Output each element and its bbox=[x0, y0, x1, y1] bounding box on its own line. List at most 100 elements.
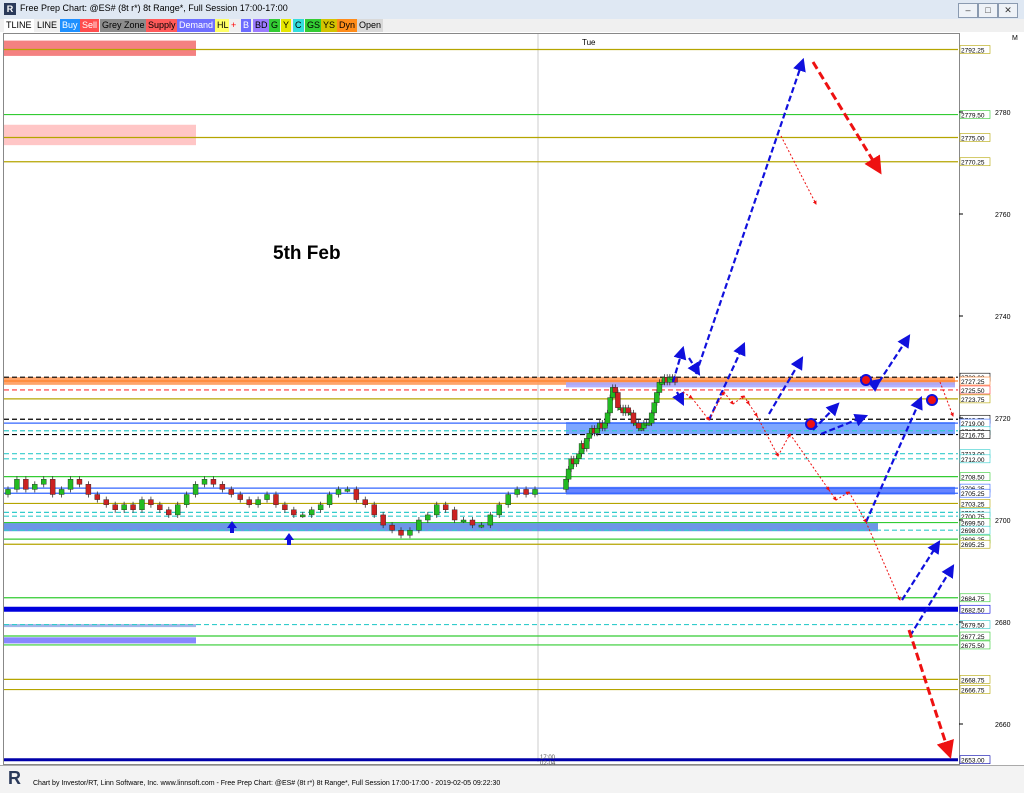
projection-arrow-up bbox=[694, 57, 806, 375]
candle-body bbox=[103, 499, 109, 505]
candle-body bbox=[602, 422, 608, 429]
price-tick-label: 2740 bbox=[995, 314, 1011, 321]
candle-body bbox=[148, 499, 154, 505]
path-arrow-dotted bbox=[777, 433, 791, 457]
candle-body bbox=[121, 504, 127, 511]
candle-body bbox=[584, 438, 590, 449]
level-tag: 2682.50 bbox=[961, 607, 985, 614]
candle-body bbox=[523, 489, 529, 495]
candle-body bbox=[654, 392, 660, 403]
candle-body bbox=[344, 489, 351, 492]
zone-band bbox=[4, 637, 196, 644]
zone-band bbox=[4, 40, 196, 56]
price-chart[interactable]: TueM2792.252779.502775.002770.252728.002… bbox=[0, 0, 1024, 792]
candle-body bbox=[291, 509, 297, 516]
day-label: Tue bbox=[582, 38, 596, 47]
candle-body bbox=[14, 479, 20, 490]
candle-body bbox=[201, 479, 208, 485]
path-arrow-dotted bbox=[780, 135, 817, 205]
projection-arrow-up bbox=[878, 334, 911, 383]
candle-body bbox=[651, 402, 657, 414]
candle-body bbox=[615, 392, 621, 409]
candle-body bbox=[139, 499, 145, 511]
candle-body bbox=[49, 479, 56, 495]
level-tag: 2698.00 bbox=[961, 528, 985, 535]
zone-band bbox=[566, 422, 955, 435]
level-tag: 2675.50 bbox=[961, 643, 985, 650]
candle-body bbox=[255, 499, 261, 505]
candle-body bbox=[638, 428, 644, 431]
level-tag: 2668.75 bbox=[961, 677, 985, 684]
candle-body bbox=[612, 387, 619, 393]
candle-body bbox=[425, 514, 431, 521]
candle-body bbox=[607, 397, 613, 414]
candle-body bbox=[237, 494, 243, 500]
level-tag: 2695.25 bbox=[961, 542, 985, 549]
candle-body bbox=[442, 504, 449, 511]
level-tag: 2727.25 bbox=[961, 379, 985, 386]
level-tag: 2684.75 bbox=[961, 596, 985, 603]
candle-body bbox=[646, 422, 652, 426]
candle-body bbox=[32, 484, 38, 490]
projection-arrow-up bbox=[672, 391, 684, 406]
candle-body bbox=[192, 484, 199, 495]
candle-body bbox=[630, 412, 637, 424]
candle-body bbox=[416, 519, 422, 531]
level-tag: 2723.75 bbox=[961, 397, 985, 404]
time-axis-footer: R bbox=[0, 765, 1024, 793]
candle-body bbox=[487, 514, 494, 526]
candle-body bbox=[246, 499, 252, 505]
candle-body bbox=[362, 499, 368, 505]
candle-body bbox=[58, 489, 65, 495]
signal-dot-marker bbox=[805, 418, 817, 430]
level-tag: 2705.25 bbox=[961, 491, 985, 498]
path-arrow-dotted bbox=[789, 433, 830, 491]
buy-signal-arrow-icon bbox=[284, 533, 294, 545]
projection-arrow-down bbox=[907, 629, 954, 759]
price-tick-label: 2720 bbox=[995, 416, 1011, 423]
level-tag: 2779.50 bbox=[961, 113, 985, 120]
candle-body bbox=[85, 484, 92, 495]
candle-body bbox=[76, 479, 83, 485]
candle-body bbox=[300, 514, 306, 518]
path-arrow-dotted bbox=[732, 395, 745, 405]
path-arrow-dotted bbox=[723, 391, 734, 405]
price-tick-label: 2780 bbox=[995, 110, 1011, 117]
path-arrow-dotted bbox=[748, 403, 758, 417]
chart-credit: Chart by Investor/RT, Linn Software, Inc… bbox=[33, 780, 501, 787]
path-arrow-dotted bbox=[691, 397, 710, 421]
candle-body bbox=[563, 479, 569, 490]
candle-body bbox=[371, 504, 377, 516]
candle-body bbox=[604, 412, 611, 424]
candle-body bbox=[434, 504, 440, 516]
candle-body bbox=[264, 494, 270, 500]
candle-body bbox=[210, 479, 217, 485]
candle-body bbox=[157, 504, 163, 511]
path-arrow-dotted bbox=[848, 491, 867, 523]
candle-body bbox=[175, 504, 181, 516]
candle-body bbox=[635, 422, 642, 429]
candle-body bbox=[94, 494, 101, 500]
price-tick-label: 2680 bbox=[995, 620, 1011, 627]
candle-body bbox=[573, 458, 580, 465]
investor-rt-logo-icon: R bbox=[8, 768, 21, 788]
candle-body bbox=[5, 489, 11, 495]
candle-body bbox=[130, 504, 136, 511]
candle-body bbox=[41, 479, 47, 485]
level-tag: 2708.50 bbox=[961, 475, 985, 482]
candle-body bbox=[659, 382, 665, 385]
path-arrow-dotted bbox=[865, 521, 901, 601]
candle-body bbox=[326, 494, 333, 505]
price-tick-label: 2760 bbox=[995, 212, 1011, 219]
path-arrow-dotted bbox=[743, 395, 750, 405]
axis-menu-label: M bbox=[1012, 35, 1018, 42]
price-tick-label: 2660 bbox=[995, 722, 1011, 729]
candle-body bbox=[219, 484, 226, 490]
candle-body bbox=[380, 514, 386, 526]
candle-body bbox=[451, 509, 458, 521]
level-tag: 2775.00 bbox=[961, 136, 985, 143]
zone-band bbox=[566, 382, 955, 388]
candle-body bbox=[398, 530, 404, 536]
candle-body bbox=[353, 489, 360, 500]
candle-body bbox=[460, 519, 467, 523]
